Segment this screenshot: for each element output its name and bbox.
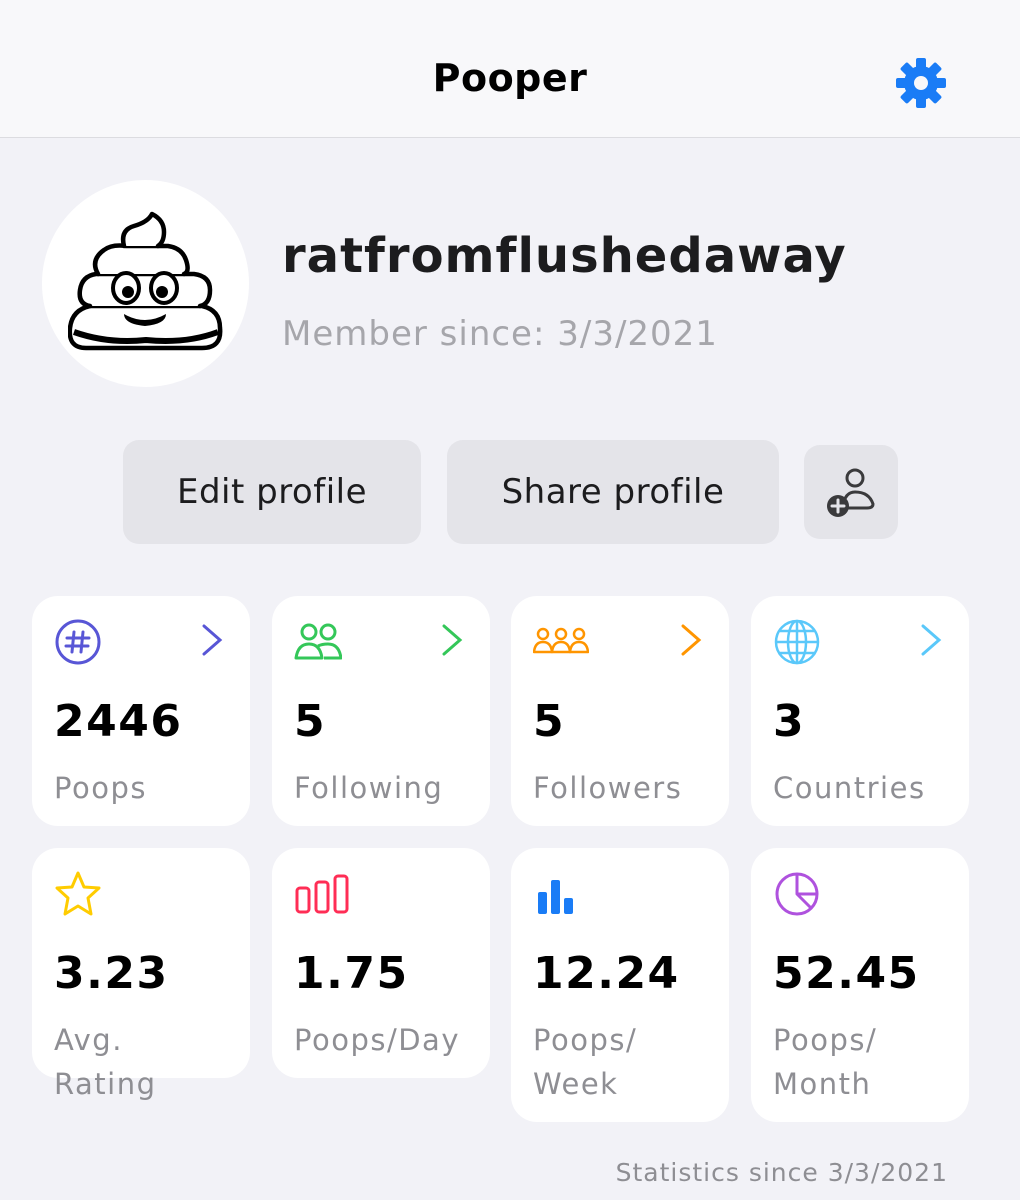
- gear-icon[interactable]: [893, 55, 949, 111]
- stat-card-poops-per-week: 12.24 Poops/ Week: [511, 848, 729, 1122]
- stat-value: 5: [294, 696, 327, 747]
- chevron-right-icon: [202, 624, 223, 656]
- username: ratfromflushedaway: [282, 228, 847, 284]
- stat-value: 5: [533, 696, 566, 747]
- stat-label: Avg. Rating: [54, 1023, 157, 1101]
- globe-icon: [774, 619, 820, 665]
- stat-label: Followers: [533, 771, 683, 805]
- stat-card-following[interactable]: 5 Following: [272, 596, 490, 826]
- star-icon: [55, 871, 101, 916]
- stat-value: 2446: [54, 696, 183, 747]
- stat-value: 12.24: [533, 948, 680, 999]
- navigation-bar: Pooper: [0, 0, 1020, 138]
- stat-value: 52.45: [773, 948, 920, 999]
- edit-profile-button[interactable]: Edit profile: [123, 440, 421, 544]
- stat-card-poops-per-month: 52.45 Poops/ Month: [751, 848, 969, 1122]
- bar-chart-icon: [538, 880, 573, 914]
- stat-value: 3: [773, 696, 806, 747]
- stat-value: 1.75: [294, 948, 409, 999]
- statistics-since: Statistics since 3/3/2021: [615, 1158, 948, 1187]
- chevron-right-icon: [442, 624, 463, 656]
- stat-card-avg-rating: 3.23 Avg. Rating: [32, 848, 250, 1101]
- stat-card-poops[interactable]: 2446 Poops: [32, 596, 250, 826]
- stat-card-followers[interactable]: 5 Followers: [511, 596, 729, 826]
- stat-label: Poops: [54, 771, 147, 805]
- edit-profile-label: Edit profile: [176, 472, 368, 512]
- hashtag-icon: [55, 619, 101, 665]
- share-profile-button[interactable]: Share profile: [447, 440, 779, 544]
- stat-card-countries[interactable]: 3 Countries: [751, 596, 969, 826]
- chevron-right-icon: [921, 624, 942, 656]
- page-title: Pooper: [432, 56, 588, 100]
- people-icon: [294, 623, 342, 660]
- stat-value: 3.23: [54, 948, 169, 999]
- stat-card-poops-per-day: 1.75 Poops/Day: [272, 848, 490, 1078]
- stat-label: Following: [294, 771, 444, 805]
- add-person-icon: [827, 468, 875, 517]
- stat-label: Poops/Day: [294, 1023, 460, 1057]
- member-since: Member since: 3/3/2021: [282, 314, 718, 354]
- bars-outline-icon: [295, 874, 349, 914]
- stat-label: Poops/ Week: [533, 1023, 638, 1101]
- chevron-right-icon: [681, 624, 702, 656]
- pile-of-poo-icon: [68, 211, 223, 351]
- group-icon: [533, 627, 589, 654]
- share-profile-label: Share profile: [501, 472, 725, 512]
- pie-chart-icon: [775, 872, 819, 916]
- stat-label: Poops/ Month: [773, 1023, 878, 1101]
- stat-label: Countries: [773, 771, 926, 805]
- avatar: [42, 180, 249, 387]
- add-friend-button[interactable]: [804, 445, 898, 539]
